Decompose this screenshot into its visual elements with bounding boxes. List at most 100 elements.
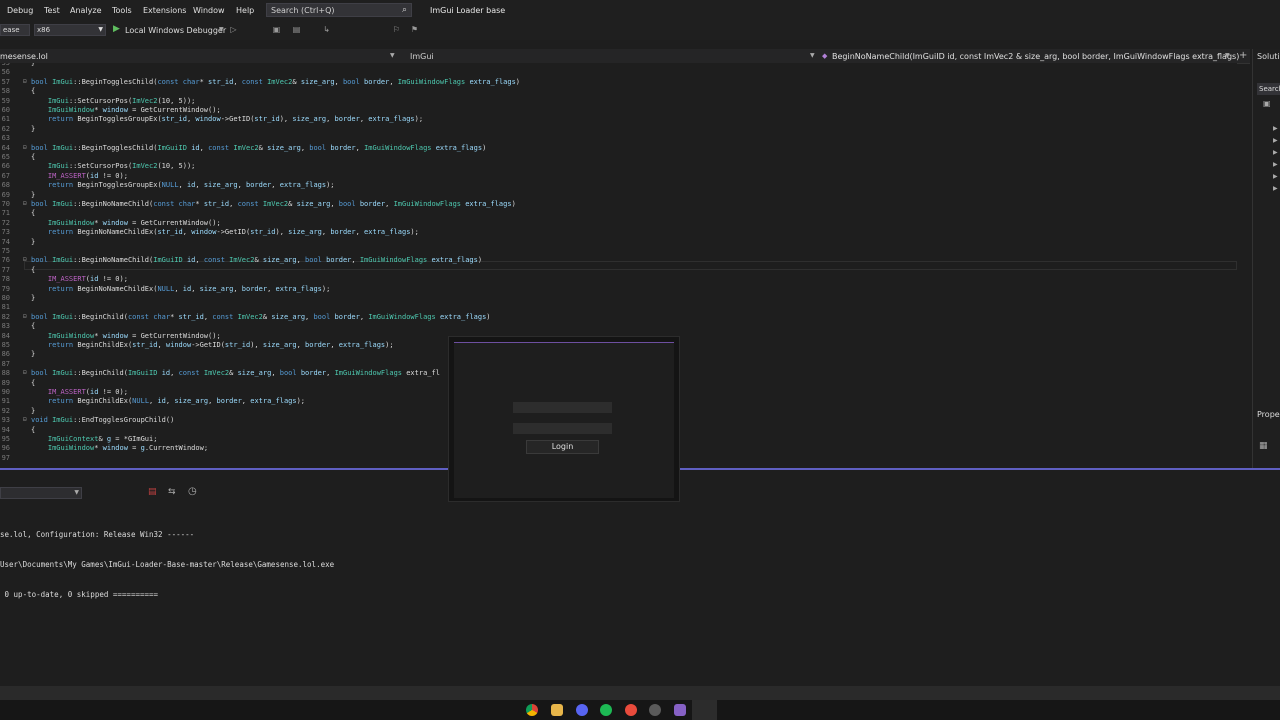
member-dropdown[interactable]: BeginNoNameChild(ImGuiID id, const ImVec… <box>832 52 1239 61</box>
output-source-dropdown[interactable]: ▼ <box>0 487 82 499</box>
menu-window[interactable]: Window <box>193 6 225 15</box>
visual-studio-icon[interactable] <box>674 704 686 716</box>
fold-icon[interactable]: ⊟ <box>23 256 27 263</box>
chevron-down-icon[interactable]: ▼ <box>810 52 815 59</box>
tree-expand-icon[interactable]: ▶ <box>1273 173 1278 180</box>
fold-icon[interactable]: ⊟ <box>23 200 27 207</box>
play-icon[interactable]: ▶ <box>113 24 120 34</box>
username-field[interactable] <box>513 402 612 413</box>
code-line: ImGui::SetCursorPos(ImVec2(10, 5)); <box>47 162 196 171</box>
tree-expand-icon[interactable]: ▶ <box>1273 137 1278 144</box>
layout-icon[interactable]: ▤ <box>292 25 301 34</box>
bookmark-prev-icon[interactable]: ⚑ <box>410 25 419 34</box>
fold-icon[interactable]: ⊟ <box>23 313 27 320</box>
code-line: ImGuiWindow* window = GetCurrentWindow()… <box>47 331 221 340</box>
clock-icon[interactable]: ◷ <box>188 486 197 497</box>
line-number: 78 <box>1 275 10 284</box>
menu-tools[interactable]: Tools <box>112 6 132 15</box>
line-number: 59 <box>1 96 10 105</box>
solution-search-input[interactable]: Search <box>1257 83 1280 95</box>
line-number: 77 <box>1 265 10 274</box>
start-without-debug-icon[interactable]: ▷ <box>229 25 238 34</box>
line-number: 88 <box>1 369 10 378</box>
line-number: 91 <box>1 397 10 406</box>
line-number: 80 <box>1 294 10 302</box>
line-number: 68 <box>1 181 10 190</box>
solution-explorer-title: Soluti <box>1257 52 1280 61</box>
line-number: 56 <box>1 68 10 77</box>
line-number: 67 <box>1 171 10 180</box>
tree-icon[interactable]: ▣ <box>1263 99 1271 108</box>
code-line: } <box>31 63 36 67</box>
clear-output-icon[interactable]: ▤ <box>148 487 157 497</box>
folder-icon[interactable] <box>551 704 563 716</box>
chevron-down-icon[interactable]: ▼ <box>219 26 224 33</box>
menu-help[interactable]: Help <box>236 6 254 15</box>
split-icon[interactable]: + <box>1239 50 1247 61</box>
code-line: { <box>31 265 36 274</box>
search-icon: ⌕ <box>401 5 407 15</box>
browser-icon[interactable] <box>625 704 637 716</box>
platform-dropdown[interactable]: x86 ▼ <box>34 24 106 36</box>
code-line: bool ImGui::BeginNoNameChild(const char*… <box>31 200 516 208</box>
code-line: IM_ASSERT(id != 0); <box>47 171 128 180</box>
code-line: ImGuiContext& g = *GImGui; <box>47 435 158 443</box>
menu-test[interactable]: Test <box>44 6 60 15</box>
config-value: ease <box>3 26 20 34</box>
line-number: 85 <box>1 341 10 349</box>
tree-expand-icon[interactable]: ▶ <box>1273 185 1278 192</box>
properties-grid-icon[interactable]: ▦ <box>1259 441 1268 451</box>
config-dropdown[interactable]: ease <box>0 24 30 36</box>
bookmark-icon[interactable]: ⚐ <box>392 25 401 34</box>
login-window: Login <box>448 336 680 502</box>
line-number: 60 <box>1 106 10 114</box>
tree-expand-icon[interactable]: ▶ <box>1273 125 1278 132</box>
chevron-down-icon[interactable]: ▼ <box>390 52 395 59</box>
login-button[interactable]: Login <box>526 440 599 454</box>
code-line: { <box>31 153 36 161</box>
line-number: 76 <box>1 256 10 265</box>
code-line: { <box>31 87 36 96</box>
line-number: 55 <box>1 63 10 67</box>
password-field[interactable] <box>513 423 612 434</box>
line-number: 66 <box>1 162 10 171</box>
status-bar <box>0 686 1280 700</box>
line-number: 65 <box>1 153 10 161</box>
line-number: 94 <box>1 425 10 434</box>
fold-icon[interactable]: ⊟ <box>23 144 27 151</box>
code-line: void ImGui::EndTogglesGroupChild() <box>31 416 175 425</box>
debugger-button[interactable]: Local Windows Debugger <box>125 26 226 35</box>
code-line: } <box>31 124 36 133</box>
solution-explorer-panel: Soluti Search ▣ ▶ ▶ ▶ ▶ ▶ ▶ Prope ▦ <box>1252 49 1280 468</box>
line-number: 92 <box>1 406 10 415</box>
line-number: 79 <box>1 284 10 293</box>
tree-expand-icon[interactable]: ▶ <box>1273 161 1278 168</box>
output-line: User\Documents\My Games\ImGui-Loader-Bas… <box>0 560 335 569</box>
editor-nav-bar: mesense.lol ▼ ImGui ▼ ◆ BeginNoNameChild… <box>0 49 1250 64</box>
solution-icon[interactable]: ▣ <box>272 25 281 34</box>
code-line: return BeginTogglesGroupEx(NULL, id, siz… <box>47 181 335 190</box>
spotify-icon[interactable] <box>600 704 612 716</box>
chevron-down-icon[interactable]: ▼ <box>1225 52 1230 59</box>
fold-icon[interactable]: ⊟ <box>23 78 27 85</box>
code-line: } <box>31 237 36 246</box>
line-number: 57 <box>1 77 10 86</box>
word-wrap-icon[interactable]: ⇆ <box>168 487 176 497</box>
settings-icon[interactable] <box>649 704 661 716</box>
scope-dropdown[interactable]: ImGui <box>410 52 434 61</box>
chrome-icon[interactable] <box>526 704 538 716</box>
fold-icon[interactable]: ⊟ <box>23 369 27 376</box>
fold-icon[interactable]: ⊟ <box>23 416 27 423</box>
tree-expand-icon[interactable]: ▶ <box>1273 149 1278 156</box>
code-line: } <box>31 406 36 415</box>
menu-extensions[interactable]: Extensions <box>143 6 186 15</box>
step-icon[interactable]: ↳ <box>322 25 331 34</box>
menu-debug[interactable]: Debug <box>7 6 33 15</box>
code-line: } <box>31 294 36 302</box>
search-input[interactable]: Search (Ctrl+Q) ⌕ <box>266 3 412 17</box>
discord-icon[interactable] <box>576 704 588 716</box>
code-line: ImGuiWindow* window = g.CurrentWindow; <box>47 444 209 453</box>
menu-analyze[interactable]: Analyze <box>70 6 102 15</box>
line-number: 63 <box>1 134 10 143</box>
file-tab[interactable]: mesense.lol <box>0 52 48 61</box>
